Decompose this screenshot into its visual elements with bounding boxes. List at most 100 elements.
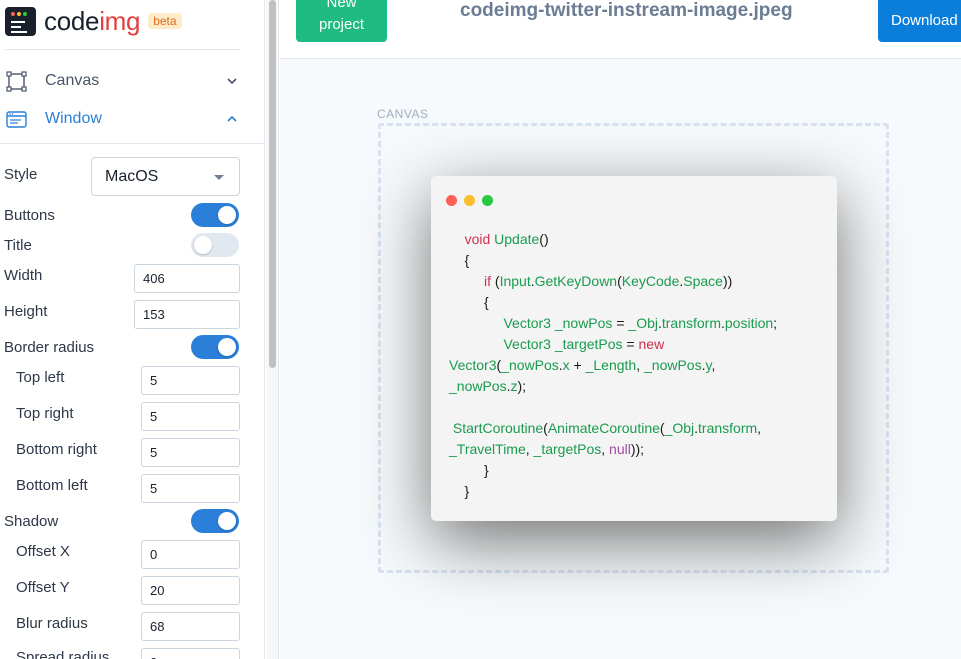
code-line: { (449, 292, 829, 313)
code-block[interactable]: void Update() { if (Input.GetKeyDown(Key… (449, 229, 829, 502)
code-window[interactable]: void Update() { if (Input.GetKeyDown(Key… (431, 176, 837, 521)
code-token: )); (630, 441, 645, 457)
code-token: () (539, 231, 549, 247)
code-line: Vector3 _nowPos = _Obj.transform.positio… (449, 313, 829, 334)
toggle-knob (218, 512, 236, 530)
code-line: } (449, 481, 829, 502)
codeimg-logo-icon (5, 6, 36, 36)
style-select-value: MacOS (105, 168, 159, 185)
code-token: _TravelTime (449, 441, 526, 457)
shadow-toggle[interactable] (191, 509, 239, 533)
spread-radius-input[interactable] (141, 648, 240, 659)
code-token: + (569, 357, 586, 373)
code-line: _TravelTime, _targetPos, null)); (449, 439, 829, 460)
bottom-right-label: Bottom right (16, 441, 97, 458)
brand-name: codeimg (44, 6, 140, 37)
sidebar: codeimg beta Canvas Window Style MacOS B… (0, 0, 265, 659)
code-token: transform (661, 315, 721, 331)
minimize-dot-icon (464, 195, 475, 206)
offset-x-label: Offset X (16, 543, 70, 560)
code-line: void Update() (449, 229, 829, 250)
sidebar-scrollbar-thumb[interactable] (269, 0, 276, 368)
code-token: StartCoroutine (452, 420, 544, 436)
maximize-dot-icon (482, 195, 493, 206)
code-token: Vector3 _nowPos (503, 315, 613, 331)
section-canvas-label: Canvas (45, 72, 100, 89)
code-line: Vector3(_nowPos.x + _Length, _nowPos.y, (449, 355, 829, 376)
code-token: GetKeyDown (534, 273, 618, 289)
code-token: = (612, 315, 629, 331)
code-token: _Length (585, 357, 637, 373)
code-token: , (601, 441, 610, 457)
chevron-down-icon (227, 78, 237, 85)
code-token: Input (499, 273, 531, 289)
new-project-button[interactable]: New project (296, 0, 387, 42)
code-token: Vector3 _targetPos (503, 336, 623, 352)
top-right-input[interactable] (141, 402, 240, 431)
code-token: _nowPos (644, 357, 702, 373)
code-line: _nowPos.z); (449, 376, 829, 397)
sidebar-scrollbar[interactable] (266, 0, 279, 659)
code-token: _Obj (664, 420, 695, 436)
bottom-left-label: Bottom left (16, 477, 88, 494)
code-token: void (464, 231, 495, 247)
style-label: Style (4, 166, 38, 183)
section-window[interactable]: Window (0, 104, 250, 134)
code-token: if (484, 273, 495, 289)
code-token: ; (773, 315, 778, 331)
top-right-label: Top right (16, 405, 74, 422)
section-divider (0, 143, 264, 144)
code-token: Space (683, 273, 723, 289)
window-icon (6, 111, 27, 128)
new-project-label: New project (318, 0, 365, 33)
code-token: null (609, 441, 631, 457)
topbar: New project codeimg-twitter-instream-ima… (280, 0, 961, 59)
code-token: = (622, 336, 639, 352)
height-label: Height (4, 303, 48, 320)
canvas-label: CANVAS (377, 107, 429, 121)
blur-radius-label: Blur radius (16, 615, 88, 632)
code-token: new (638, 336, 665, 352)
code-token: , (636, 357, 644, 373)
offset-x-input[interactable] (141, 540, 240, 569)
title-label: Title (4, 237, 32, 254)
top-left-input[interactable] (141, 366, 240, 395)
code-token: )) (722, 273, 733, 289)
download-button[interactable]: Download (878, 0, 961, 42)
style-select[interactable]: MacOS (91, 157, 240, 196)
offset-y-input[interactable] (141, 576, 240, 605)
code-token: x (562, 357, 570, 373)
width-label: Width (4, 267, 43, 284)
canvas-frame-icon (6, 71, 27, 92)
code-token: , (711, 357, 716, 373)
brand-divider (5, 49, 240, 50)
code-token: { (449, 252, 470, 268)
code-token: Update (494, 231, 540, 247)
bottom-right-input[interactable] (141, 438, 240, 467)
download-label: Download (891, 12, 958, 29)
caret-down-icon (214, 175, 224, 180)
code-token: _targetPos (533, 441, 602, 457)
toggle-knob (218, 206, 236, 224)
spread-radius-label: Spread radius (16, 649, 110, 659)
buttons-toggle[interactable] (191, 203, 239, 227)
blur-radius-input[interactable] (141, 612, 240, 641)
offset-y-label: Offset Y (16, 579, 70, 596)
title-toggle[interactable] (191, 233, 239, 257)
code-token: } (449, 483, 470, 499)
code-line: Vector3 _targetPos = new (449, 334, 829, 355)
border-radius-toggle[interactable] (191, 335, 239, 359)
code-token: ); (517, 378, 527, 394)
code-token: } (449, 462, 489, 478)
width-input[interactable] (134, 264, 240, 293)
code-token: _Obj (628, 315, 658, 331)
section-canvas[interactable]: Canvas (0, 66, 250, 96)
code-token: position (724, 315, 774, 331)
bottom-left-input[interactable] (141, 474, 240, 503)
height-input[interactable] (134, 300, 240, 329)
code-line: { (449, 250, 829, 271)
code-token: , (525, 441, 534, 457)
